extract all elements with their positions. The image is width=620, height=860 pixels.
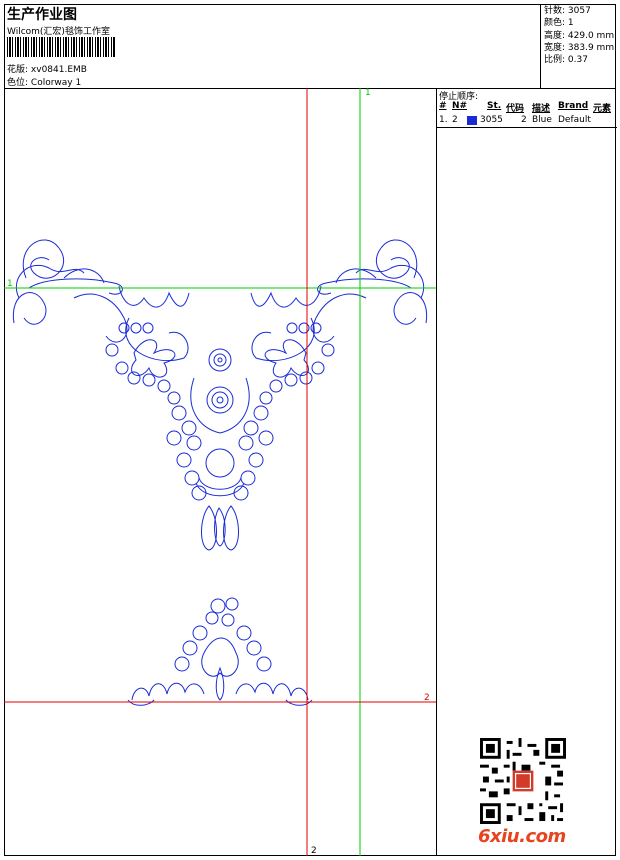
row-st: 3055 — [480, 115, 503, 125]
stat-scale: 比例: 0.37 — [544, 55, 588, 66]
embroidery-preview — [4, 88, 436, 856]
studio-name: Wilcom(汇宏)毯饰工作室 — [7, 27, 110, 37]
col-code: 代码 — [506, 104, 525, 114]
stat-width: 宽度: 383.9 mm — [544, 42, 615, 53]
guide-label-red-v: 2 — [311, 846, 317, 856]
colorway-value: Colorway 1 — [30, 78, 82, 88]
barcode — [7, 37, 115, 57]
row-brand: Default — [558, 115, 591, 125]
colorway-label: 色位: — [7, 78, 29, 88]
table-divider — [437, 127, 617, 128]
page-title: 生产作业图 — [7, 7, 77, 23]
stat-stitches: 针数: 3057 — [544, 6, 591, 16]
col-brand: Brand — [558, 101, 589, 111]
col-n: N# — [452, 101, 468, 111]
col-desc: 描述 — [532, 104, 551, 114]
design-canvas: 1 1 2 2 — [4, 88, 436, 856]
color-swatch — [467, 116, 477, 125]
guide-label-green-h: 1 — [7, 279, 13, 289]
colorway-row: 色位: Colorway 1 — [7, 75, 81, 88]
design-file-row: 花版: xv0841.EMB — [7, 62, 87, 75]
stats-panel: 针数: 3057 颜色: 1 高度: 429.0 mm 宽度: 383.9 mm… — [540, 4, 616, 88]
design-file-label: 花版: — [7, 65, 29, 75]
stat-height: 高度: 429.0 mm — [544, 30, 615, 41]
stop-sequence-row: 1. 2 3055 2 Blue Default — [437, 115, 617, 127]
stat-colors: 颜色: 1 — [544, 18, 574, 29]
qr-code-icon — [480, 738, 566, 824]
col-element: 元素 — [593, 104, 612, 114]
guide-label-green-v: 1 — [365, 88, 371, 98]
col-st: St. — [487, 101, 502, 111]
col-hash: # — [439, 101, 447, 111]
embroidery-design — [12, 239, 428, 706]
row-desc: Blue — [532, 115, 552, 125]
watermark: 6xiu.com — [478, 826, 566, 847]
row-code: 2 — [521, 115, 527, 125]
guide-label-red-h: 2 — [424, 693, 430, 703]
design-file-value: xv0841.EMB — [30, 65, 87, 75]
row-num: 1. — [439, 115, 448, 125]
row-n: 2 — [452, 115, 458, 125]
stop-sequence-header: # N# St. 代码 描述 Brand 元素 — [437, 101, 617, 114]
